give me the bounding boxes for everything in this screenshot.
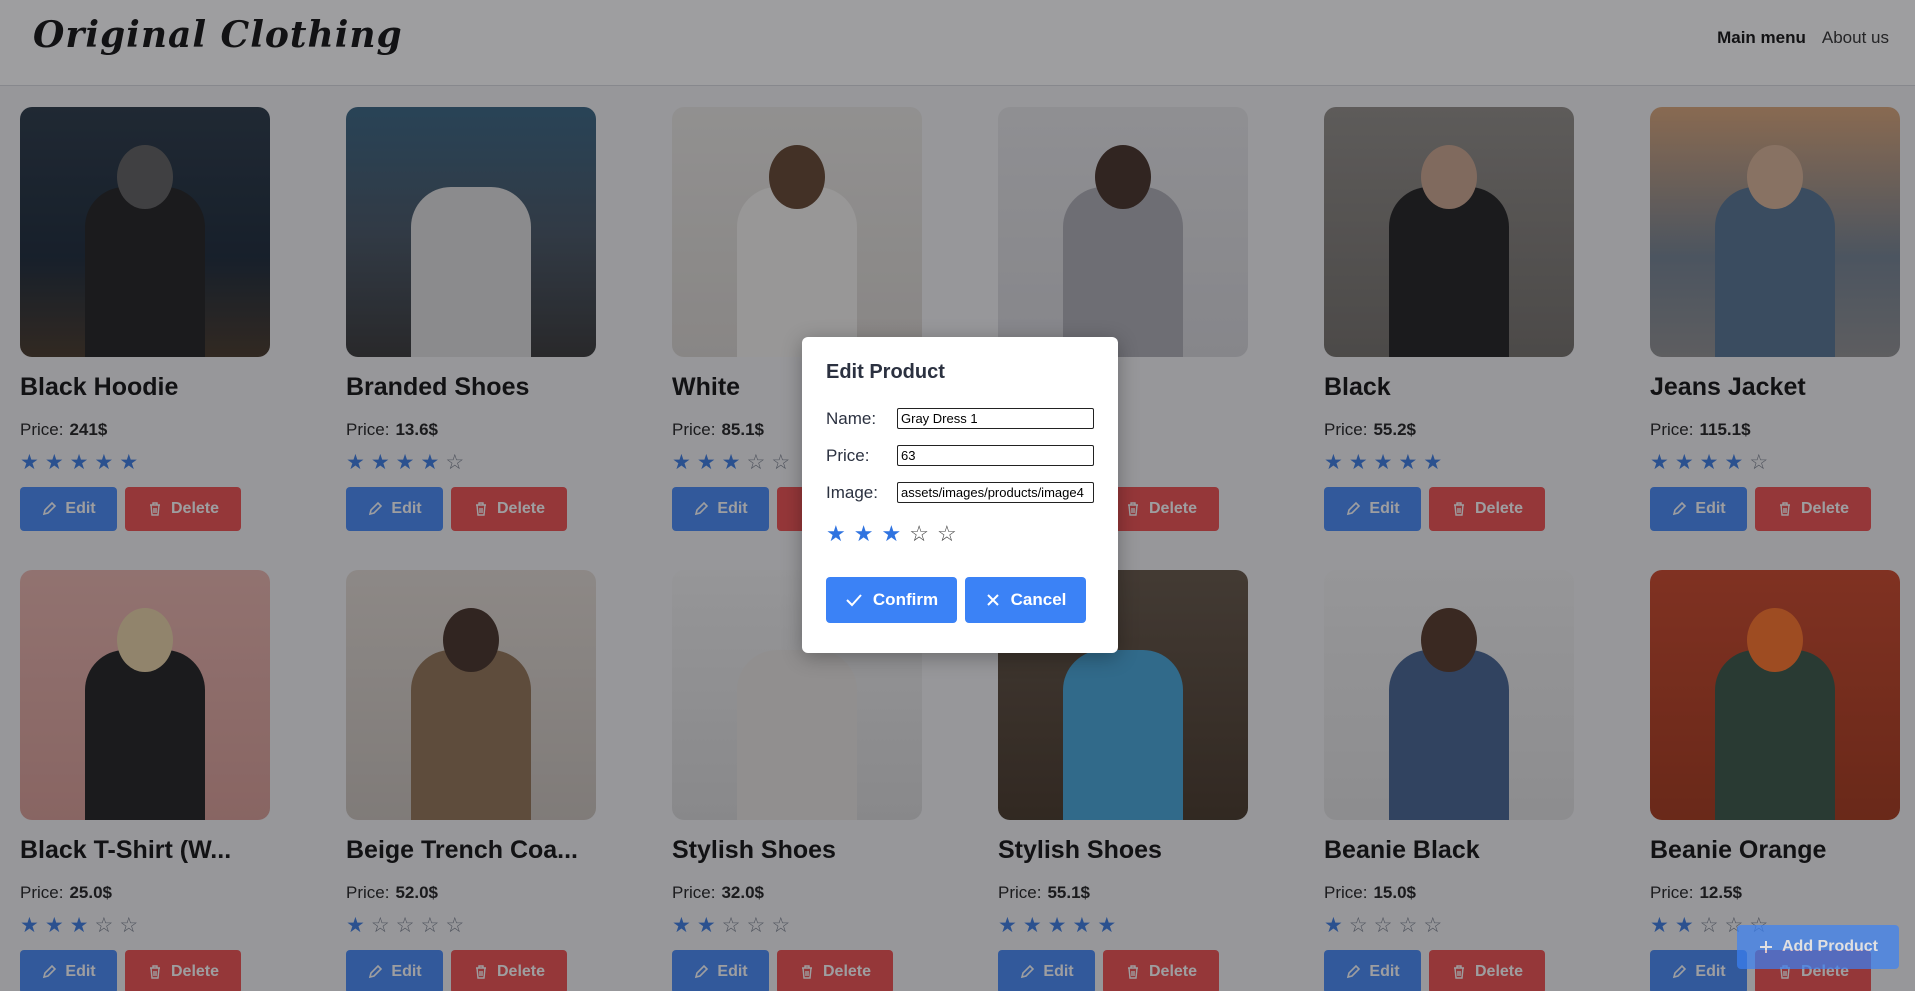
cancel-label: Cancel [1010,590,1067,609]
rating-selector: ★ ★ ★ ☆ ☆ [826,521,1094,547]
close-icon [986,594,999,606]
plus-icon [1760,941,1772,953]
rating-star-icon[interactable]: ☆ [909,521,929,547]
confirm-button[interactable]: Confirm [826,577,957,623]
rating-star-icon[interactable]: ★ [854,521,874,547]
edit-product-dialog: Edit Product Name: Price: Image: ★ ★ ★ ☆ ☆ C… [802,337,1118,653]
rating-star-icon[interactable]: ☆ [937,521,957,547]
image-label: Image: [826,482,878,502]
price-input[interactable] [897,445,1094,466]
check-icon [846,594,862,607]
confirm-label: Confirm [872,590,939,609]
dialog-title: Edit Product [826,361,945,383]
name-input[interactable] [897,408,1094,429]
add-product-button[interactable]: Add Product [1737,925,1899,969]
add-product-label: Add Product [1782,938,1878,955]
rating-star-icon[interactable]: ★ [881,521,901,547]
name-label: Name: [826,408,877,428]
rating-star-icon[interactable]: ★ [826,521,846,547]
image-row: Image: [826,474,1094,511]
cancel-button[interactable]: Cancel [965,577,1086,623]
name-row: Name: [826,400,1094,437]
price-row: Price: [826,437,1094,474]
price-label: Price: [826,445,870,465]
image-input[interactable] [897,482,1094,503]
